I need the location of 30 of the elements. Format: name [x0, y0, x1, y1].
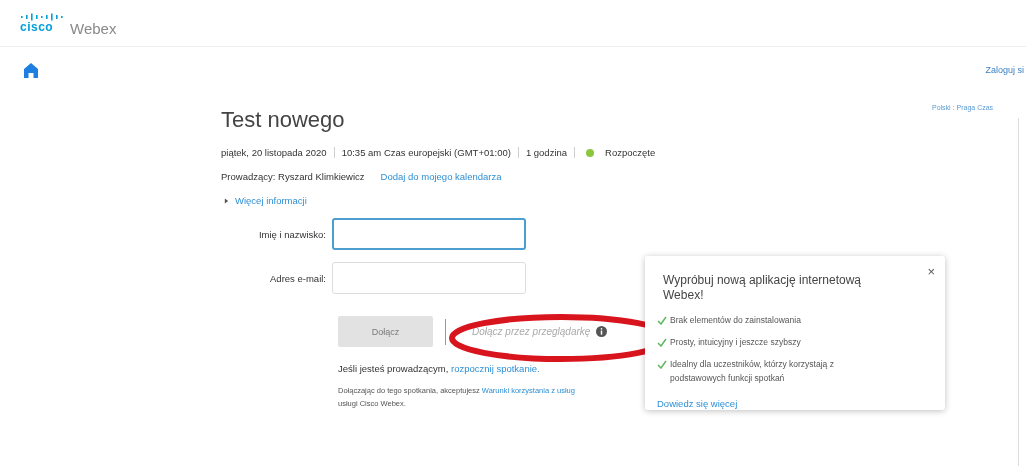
- host-name: Prowadzący: Ryszard Klimkiewicz: [221, 171, 365, 182]
- logo-text: cisco: [20, 21, 54, 33]
- logo-bars-icon: [20, 13, 64, 21]
- check-icon: [657, 316, 667, 325]
- join-browser-link[interactable]: Dołącz przez przeglądarkę: [472, 326, 591, 337]
- learn-more-link[interactable]: Dowiedz się więcej: [657, 398, 738, 409]
- check-icon: [657, 338, 667, 347]
- add-calendar-link[interactable]: Dodaj do mojego kalendarza: [380, 171, 502, 182]
- meeting-detail: piątek, 20 listopada 2020: [221, 147, 327, 158]
- field-label: Adres e-mail:: [269, 272, 327, 284]
- feature-text: Brak elementów do zainstalowania: [670, 314, 802, 327]
- field-label: Imię i nazwisko:: [257, 228, 327, 240]
- meeting-status: Rozpoczęte: [605, 147, 656, 158]
- more-info-link[interactable]: Więcej informacji: [235, 195, 307, 206]
- close-button[interactable]: ×: [927, 264, 935, 279]
- meeting-title: Test nowego: [221, 107, 345, 133]
- feature-text: Idealny dla uczestników, którzy korzystają z podstawowych funkcji spotkań: [670, 358, 835, 385]
- meeting-detail: 1 godzina: [525, 147, 568, 158]
- info-icon[interactable]: [596, 326, 608, 337]
- popup-title: Wypróbuj nową aplikację internetową Webex!: [663, 273, 862, 303]
- text-field[interactable]: [332, 218, 526, 250]
- host-note: Jeśli jesteś prowadzącym, rozpocznij spotkanie.: [338, 363, 540, 374]
- product-name: Webex: [70, 19, 117, 37]
- check-icon: [657, 360, 667, 369]
- start-meeting-link[interactable]: rozpocznij spotkanie.: [451, 363, 540, 374]
- meeting-detail: 10:35 am Czas europejski (GMT+01:00): [341, 147, 511, 158]
- sign-in-link[interactable]: Zaloguj si: [985, 65, 1024, 75]
- home-icon[interactable]: [24, 62, 38, 78]
- feature-text: Prosty, intuicyjny i jeszcze szybszy: [670, 336, 802, 349]
- expand-triangle-icon[interactable]: [224, 197, 229, 204]
